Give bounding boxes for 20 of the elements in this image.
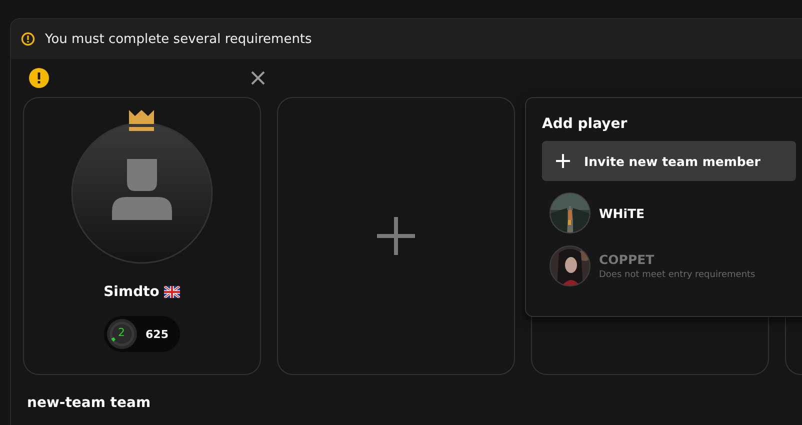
player-name: COPPET — [599, 252, 656, 267]
requirement-note: Does not meet entry requirements — [599, 270, 756, 280]
alert-icon — [29, 68, 49, 88]
banner-text: You must complete several requirements — [45, 32, 312, 46]
popover-title: Add player — [542, 116, 628, 132]
player-name: Simdto — [104, 284, 160, 300]
level-gauge-icon — [106, 318, 138, 350]
close-icon[interactable] — [251, 71, 265, 85]
player-option[interactable]: COPPET Does not meet entry requirements — [549, 245, 802, 287]
rating-value: 625 — [146, 328, 168, 340]
level-number: 2 — [117, 326, 126, 340]
invite-button[interactable]: Invite new team member — [542, 141, 796, 181]
warning-icon — [21, 32, 35, 46]
flag-icon — [164, 286, 180, 298]
plus-icon — [377, 217, 415, 255]
team-name: new-team team — [27, 395, 152, 411]
avatar-icon — [71, 122, 213, 264]
player-name: WHiTE — [599, 206, 645, 220]
player-option[interactable]: WHiTE — [549, 192, 802, 234]
plus-icon — [556, 154, 570, 168]
